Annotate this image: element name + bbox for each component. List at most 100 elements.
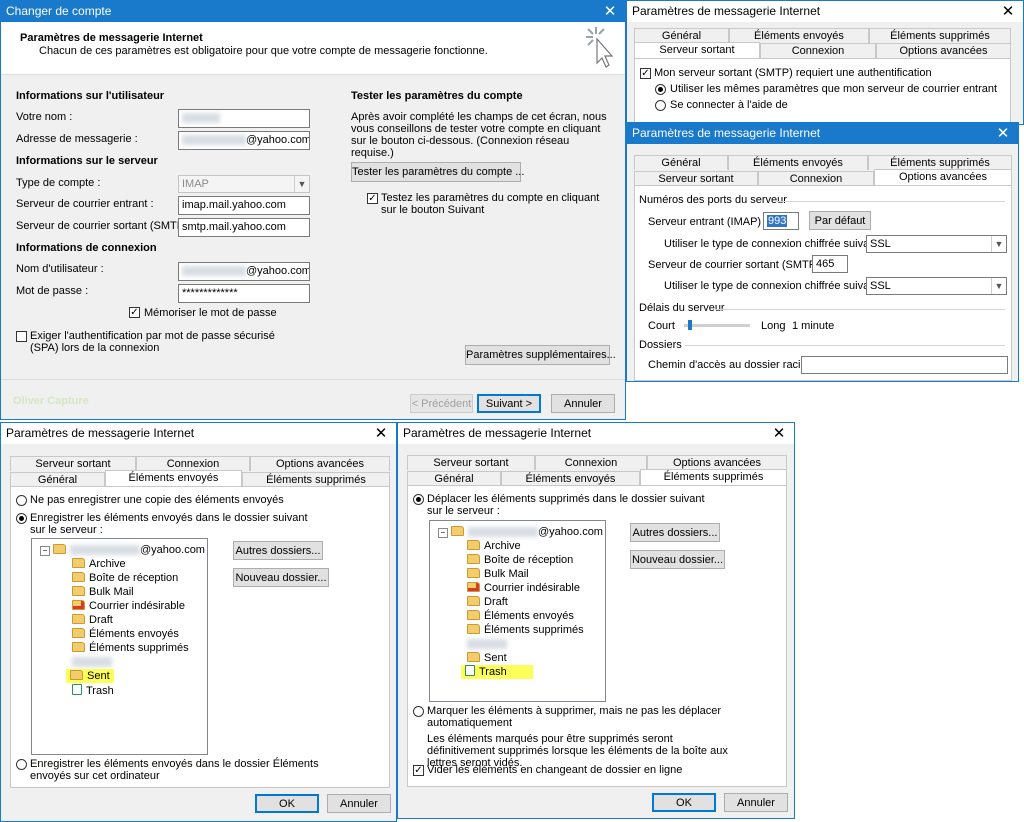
dialog2-title: Paramètres de messagerie Internet (632, 126, 821, 140)
ok-button[interactable]: OK (652, 793, 716, 812)
close-icon[interactable]: ✕ (988, 123, 1018, 144)
tab-deleted-items[interactable]: Éléments supprimés (640, 469, 787, 486)
folder-trash[interactable]: Trash (72, 684, 114, 698)
folder-tree[interactable]: − @yahoo.com Archive Boîte de réception B… (429, 520, 606, 702)
close-icon[interactable]: ✕ (764, 423, 794, 444)
folder-archive[interactable]: Archive (467, 539, 521, 553)
folder-draft[interactable]: Draft (72, 613, 113, 627)
new-folder-button[interactable]: Nouveau dossier... (630, 550, 725, 569)
cancel-button[interactable]: Annuler (724, 793, 788, 812)
next-button[interactable]: Suivant > (477, 394, 541, 413)
mark-deleted-radio[interactable] (413, 706, 424, 717)
test-on-next-checkbox[interactable]: ✓ (367, 193, 378, 204)
folder-redacted[interactable] (467, 637, 507, 651)
remember-password-label: Mémoriser le mot de passe (144, 307, 277, 319)
tab-advanced[interactable]: Options avancées (876, 43, 1011, 58)
tab-advanced[interactable]: Options avancées (250, 456, 390, 471)
root-folder-field[interactable] (801, 356, 1008, 374)
folder-draft[interactable]: Draft (467, 595, 508, 609)
tab-deleted-items[interactable]: Éléments supprimés (868, 155, 1012, 170)
previous-button[interactable]: < Précédent (410, 394, 473, 413)
login-with-radio[interactable] (655, 100, 666, 111)
tab-deleted-items[interactable]: Éléments supprimés (242, 472, 390, 487)
tab-connection[interactable]: Connexion (758, 171, 874, 186)
tab-outgoing-server[interactable]: Serveur sortant (634, 171, 758, 186)
folder-sent-items[interactable]: Éléments envoyés (467, 609, 574, 623)
tab-sent-items[interactable]: Éléments envoyés (501, 471, 640, 486)
smtp-auth-checkbox[interactable]: ✓ (640, 68, 651, 79)
tab-general[interactable]: Général (634, 28, 729, 43)
spa-checkbox[interactable] (16, 331, 27, 342)
tab-advanced[interactable]: Options avancées (874, 169, 1012, 186)
outgoing-port-field[interactable]: 465 (812, 255, 848, 273)
default-ports-button[interactable]: Par défaut (809, 211, 871, 230)
tab-sent-items[interactable]: Éléments envoyés (728, 155, 868, 170)
tab-connection[interactable]: Connexion (760, 43, 876, 58)
same-settings-radio[interactable] (655, 84, 666, 95)
folder-tree[interactable]: − @yahoo.com Archive Boîte de réception B… (31, 538, 208, 755)
server-folder-radio[interactable] (16, 513, 27, 524)
collapse-icon[interactable]: − (40, 546, 50, 556)
local-folder-radio[interactable] (16, 759, 27, 770)
close-icon[interactable]: ✕ (595, 1, 625, 22)
incoming-port-field[interactable]: 993 (763, 212, 799, 230)
close-icon[interactable]: ✕ (366, 423, 396, 444)
cancel-button[interactable]: Annuler (327, 794, 391, 813)
purge-checkbox[interactable]: ✓ (413, 765, 424, 776)
name-field[interactable] (178, 109, 310, 128)
tab-sent-items[interactable]: Éléments envoyés (729, 28, 869, 43)
tab-general[interactable]: Général (407, 471, 501, 486)
encryption-select[interactable]: SSL ▼ (866, 235, 1007, 253)
folder-deleted-items[interactable]: Éléments supprimés (467, 623, 584, 637)
folder-deleted-items[interactable]: Éléments supprimés (72, 641, 189, 655)
folder-bulk[interactable]: Bulk Mail (72, 585, 134, 599)
folder-label: Bulk Mail (484, 568, 529, 580)
incoming-server-field[interactable]: imap.mail.yahoo.com (178, 196, 310, 215)
tab-general[interactable]: Général (634, 155, 728, 170)
purge-label: Vider les éléments en changeant de dossi… (427, 764, 683, 776)
email-field[interactable]: @yahoo.com (178, 131, 310, 150)
tab-outgoing-server[interactable]: Serveur sortant (407, 455, 535, 470)
folder-sent[interactable]: Sent (467, 651, 507, 665)
folder-bulk[interactable]: Bulk Mail (467, 567, 529, 581)
watermark: Oliver Capture (13, 395, 89, 407)
folder-inbox[interactable]: Boîte de réception (72, 571, 178, 585)
ok-button[interactable]: OK (255, 794, 319, 813)
no-copy-radio[interactable] (16, 495, 27, 506)
more-settings-button[interactable]: Paramètres supplémentaires... (465, 345, 616, 365)
folder-junk[interactable]: Courrier indésirable (72, 599, 185, 613)
tab-outgoing-server[interactable]: Serveur sortant (10, 456, 136, 471)
folder-inbox[interactable]: Boîte de réception (467, 553, 573, 567)
encryption2-select[interactable]: SSL ▼ (866, 277, 1007, 295)
tab-deleted-items[interactable]: Éléments supprimés (869, 28, 1011, 43)
cancel-button[interactable]: Annuler (551, 394, 615, 413)
move-deleted-radio[interactable] (413, 494, 424, 505)
other-folders-button[interactable]: Autres dossiers... (630, 523, 720, 542)
outgoing-server-field[interactable]: smtp.mail.yahoo.com (178, 218, 310, 237)
timeout-slider-thumb[interactable] (688, 320, 692, 330)
folder-sent-items[interactable]: Éléments envoyés (72, 627, 179, 641)
timeout-slider-track[interactable] (684, 324, 750, 327)
tab-general[interactable]: Général (10, 472, 105, 487)
tab-advanced[interactable]: Options avancées (647, 455, 787, 470)
username-field[interactable]: @yahoo.com (178, 262, 310, 281)
tab-outgoing-server[interactable]: Serveur sortant (634, 42, 760, 59)
tree-account-node[interactable]: − @yahoo.com (438, 525, 603, 539)
root-folder-label: Chemin d'accès au dossier racine : (648, 359, 819, 371)
folder-junk[interactable]: Courrier indésirable (467, 581, 580, 595)
tree-account-node[interactable]: − @yahoo.com (40, 543, 205, 557)
tab-sent-items[interactable]: Éléments envoyés (105, 470, 242, 487)
tab-connection[interactable]: Connexion (535, 455, 647, 470)
folder-archive[interactable]: Archive (72, 557, 126, 571)
folder-sent[interactable]: Sent (66, 669, 114, 683)
collapse-icon[interactable]: − (438, 528, 448, 538)
remember-password-checkbox[interactable]: ✓ (129, 307, 140, 318)
tab-connection[interactable]: Connexion (136, 456, 250, 471)
other-folders-button[interactable]: Autres dossiers... (233, 541, 323, 560)
close-icon[interactable]: ✕ (993, 1, 1023, 22)
folder-trash[interactable]: Trash (461, 665, 533, 679)
test-settings-button[interactable]: Tester les paramètres du compte ... (351, 162, 524, 182)
folder-redacted[interactable] (72, 655, 112, 669)
new-folder-button[interactable]: Nouveau dossier... (233, 568, 329, 587)
password-field[interactable]: ************* (178, 284, 310, 303)
